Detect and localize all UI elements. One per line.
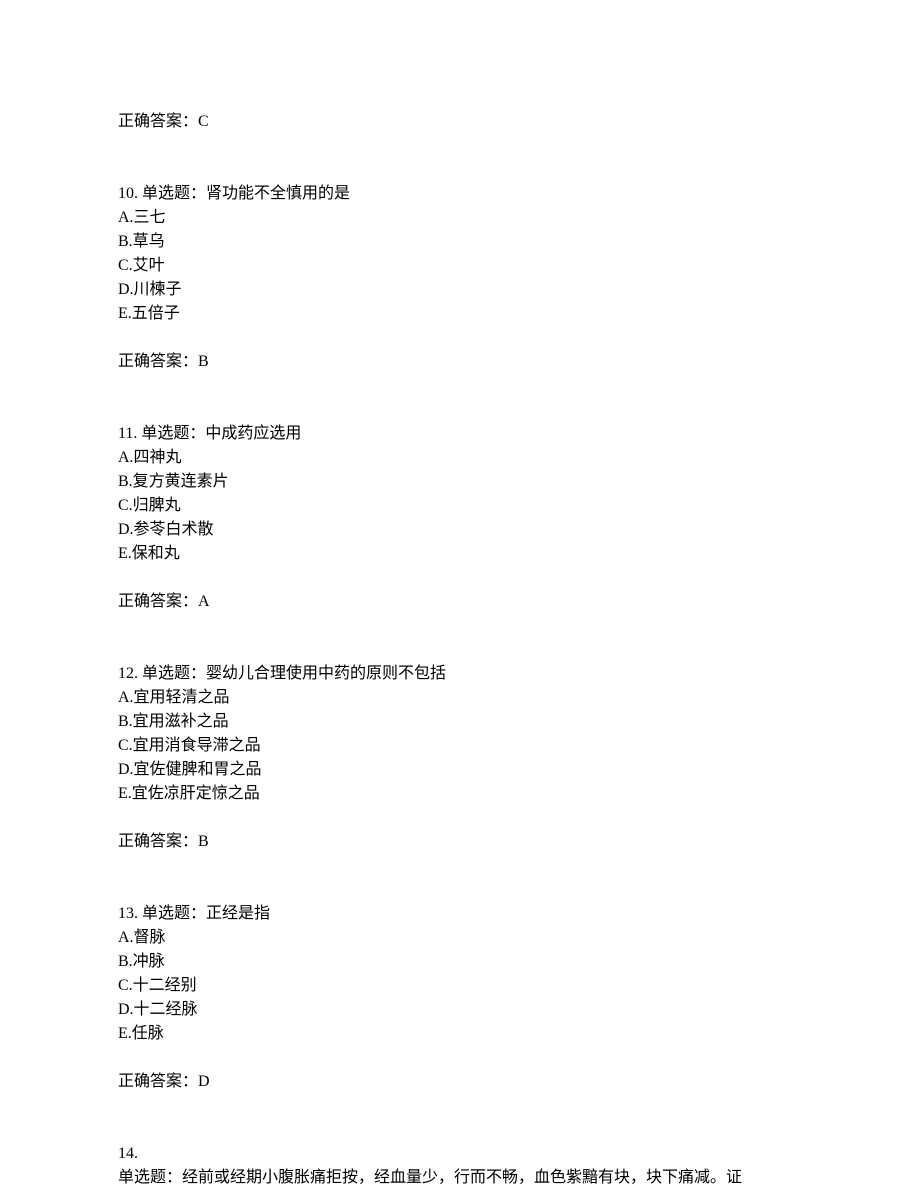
question-title: 13. 单选题：正经是指 — [118, 902, 802, 926]
option-c: C.宜用消食导滞之品 — [118, 734, 802, 758]
question-11: 11. 单选题：中成药应选用 A.四神丸 B.复方黄连素片 C.归脾丸 D.参苓… — [118, 422, 802, 614]
correct-answer: 正确答案：B — [118, 830, 802, 854]
question-10: 10. 单选题：肾功能不全慎用的是 A.三七 B.草乌 C.艾叶 D.川楝子 E… — [118, 182, 802, 374]
option-e: E.任脉 — [118, 1022, 802, 1046]
question-number: 12. — [118, 665, 138, 682]
question-stem: 肾功能不全慎用的是 — [206, 185, 350, 202]
option-a: A.四神丸 — [118, 446, 802, 470]
option-e: E.五倍子 — [118, 302, 802, 326]
option-b: B.宜用滋补之品 — [118, 710, 802, 734]
question-type: 单选题： — [118, 1169, 182, 1186]
option-d: D.参苓白术散 — [118, 518, 802, 542]
option-d: D.十二经脉 — [118, 998, 802, 1022]
question-stem: 中成药应选用 — [205, 425, 301, 442]
question-type: 单选题： — [142, 905, 206, 922]
option-b: B.复方黄连素片 — [118, 470, 802, 494]
question-type: 单选题： — [142, 185, 206, 202]
question-14: 14. 单选题：经前或经期小腹胀痛拒按，经血量少，行而不畅，血色紫黯有块，块下痛… — [118, 1142, 802, 1190]
question-title: 10. 单选题：肾功能不全慎用的是 — [118, 182, 802, 206]
option-c: C.艾叶 — [118, 254, 802, 278]
option-e: E.宜佐凉肝定惊之品 — [118, 782, 802, 806]
question-13: 13. 单选题：正经是指 A.督脉 B.冲脉 C.十二经别 D.十二经脉 E.任… — [118, 902, 802, 1094]
correct-answer: 正确答案：A — [118, 590, 802, 614]
question-title: 11. 单选题：中成药应选用 — [118, 422, 802, 446]
option-b: B.冲脉 — [118, 950, 802, 974]
option-c: C.十二经别 — [118, 974, 802, 998]
option-a: A.督脉 — [118, 926, 802, 950]
question-number: 14. — [118, 1142, 802, 1166]
option-b: B.草乌 — [118, 230, 802, 254]
question-12: 12. 单选题：婴幼儿合理使用中药的原则不包括 A.宜用轻清之品 B.宜用滋补之… — [118, 662, 802, 854]
previous-answer: 正确答案：C — [118, 110, 802, 134]
question-number: 13. — [118, 905, 138, 922]
question-title: 12. 单选题：婴幼儿合理使用中药的原则不包括 — [118, 662, 802, 686]
question-number: 11. — [118, 425, 137, 442]
option-c: C.归脾丸 — [118, 494, 802, 518]
correct-answer: 正确答案：D — [118, 1070, 802, 1094]
question-stem: 婴幼儿合理使用中药的原则不包括 — [206, 665, 446, 682]
option-d: D.川楝子 — [118, 278, 802, 302]
question-number: 10. — [118, 185, 138, 202]
option-d: D.宜佐健脾和胃之品 — [118, 758, 802, 782]
question-type: 单选题： — [141, 425, 205, 442]
question-type: 单选题： — [142, 665, 206, 682]
option-a: A.宜用轻清之品 — [118, 686, 802, 710]
correct-answer: 正确答案：B — [118, 350, 802, 374]
question-stem: 正经是指 — [206, 905, 270, 922]
option-e: E.保和丸 — [118, 542, 802, 566]
question-line2: 单选题：经前或经期小腹胀痛拒按，经血量少，行而不畅，血色紫黯有块，块下痛减。证 — [118, 1166, 802, 1190]
question-stem: 经前或经期小腹胀痛拒按，经血量少，行而不畅，血色紫黯有块，块下痛减。证 — [182, 1169, 742, 1186]
option-a: A.三七 — [118, 206, 802, 230]
